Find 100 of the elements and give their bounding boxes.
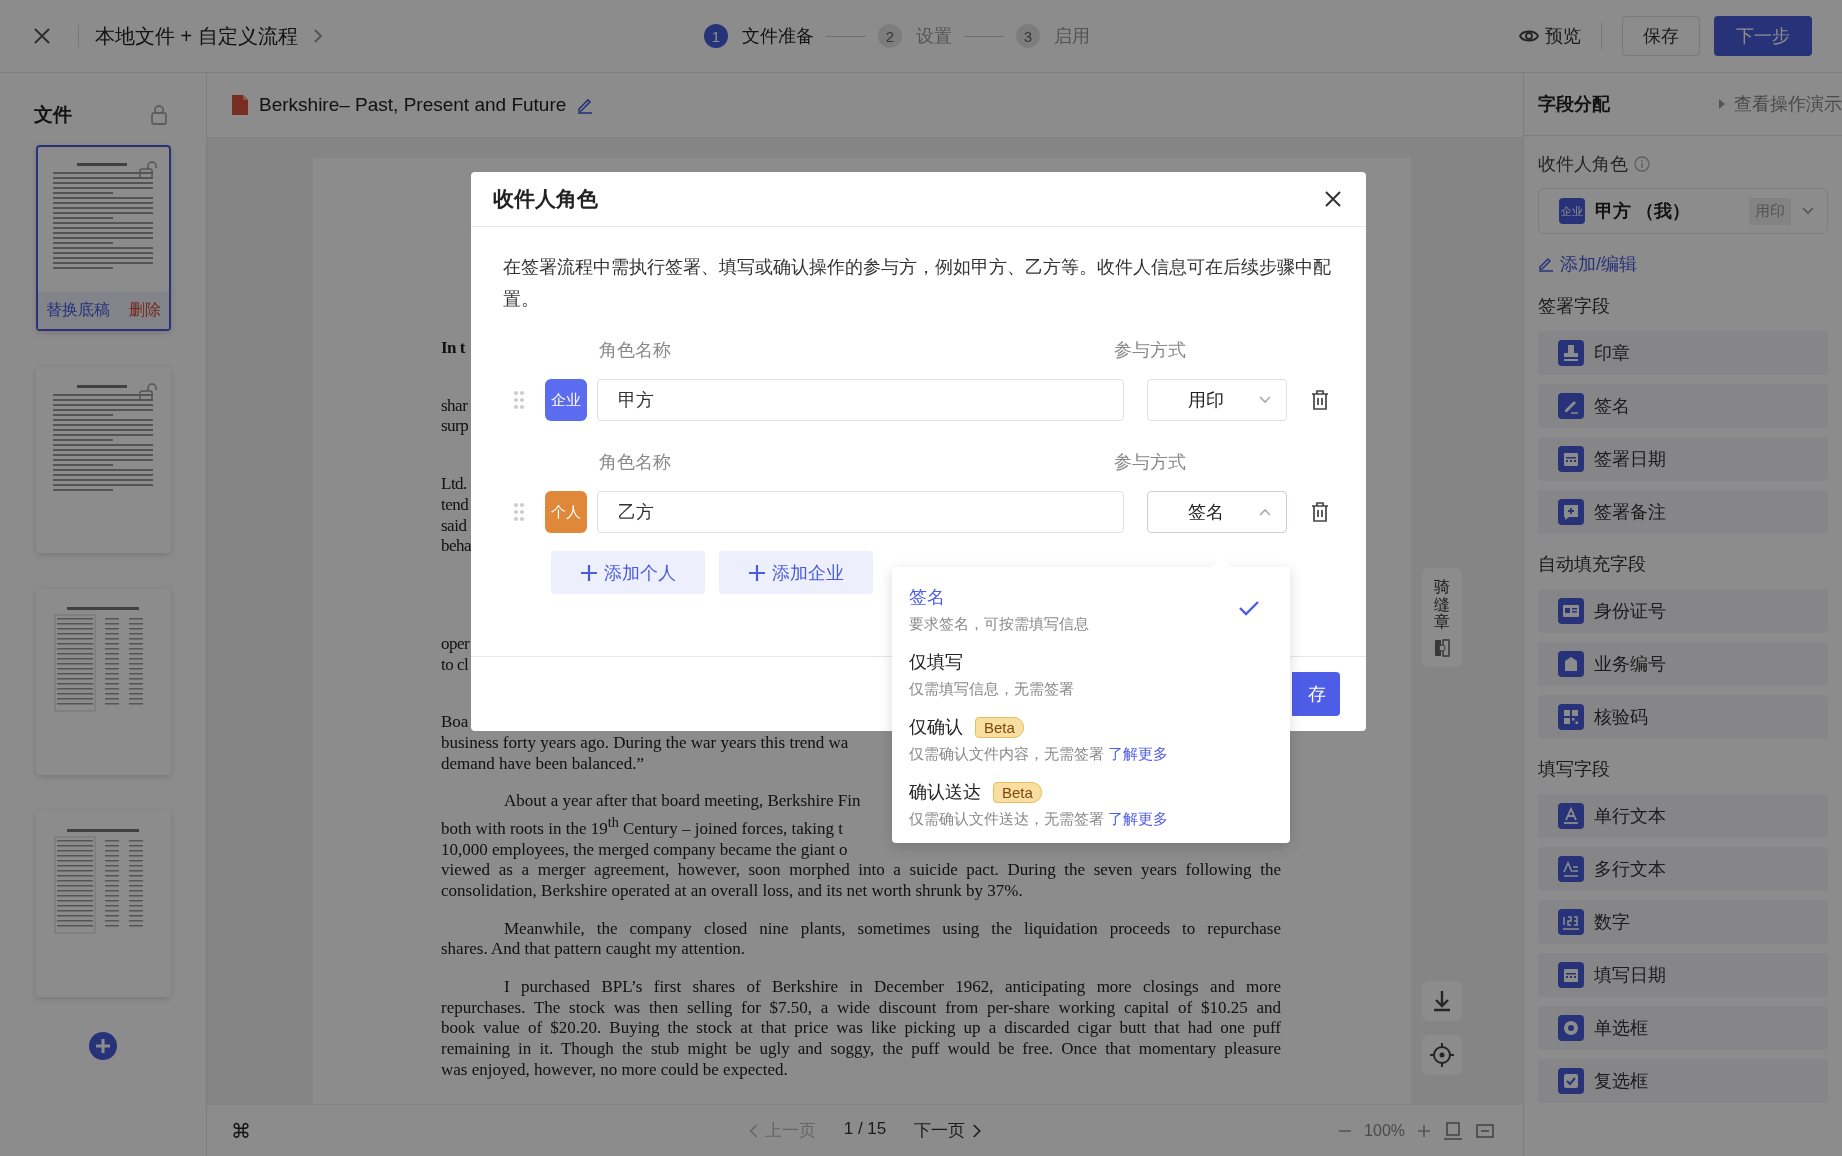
field-label: 角色名称 — [599, 451, 671, 474]
edit-link[interactable]: 添加/编辑 — [1538, 252, 1828, 276]
role-type-badge: 个人 — [545, 491, 587, 533]
field-item[interactable]: 单选框 — [1538, 1006, 1828, 1050]
document-text-line: remaining in it. Though the stub might be ugly and soggy, the puff would be free. Once that momentary pleasure — [441, 1039, 1281, 1060]
field-label: 参与方式 — [1114, 339, 1187, 362]
field-type-icon — [1558, 1015, 1584, 1041]
save-button[interactable]: 保存 — [1622, 16, 1700, 56]
document-text-line: book value of $20.20. Buying the stock at that price was like picking up a discarded cigar butt that had one puff — [441, 1018, 1281, 1040]
panel-title: 文件 — [34, 103, 72, 127]
document-text-line: Ltd. — [441, 474, 467, 494]
step-tab[interactable]: 2 设置 — [877, 24, 952, 48]
field-item[interactable]: 签署备注 — [1538, 490, 1828, 534]
pencil-icon — [1538, 256, 1554, 272]
edit-icon[interactable] — [576, 96, 595, 114]
next-page-button[interactable]: 下一页 — [914, 1119, 982, 1142]
mode-option[interactable]: 确认送达 Beta 仅需确认文件送达，无需签署 了解更多 — [892, 770, 1290, 835]
field-label: 角色名称 — [599, 339, 671, 362]
seam-seal-tool[interactable]: 骑缝章 — [1422, 568, 1462, 667]
field-type-icon — [1558, 446, 1584, 472]
mode-select[interactable]: 签名 — [1147, 491, 1287, 533]
add-role-button[interactable]: 添加企业 — [719, 551, 873, 594]
document-text-line: Meanwhile, the company closed nine plants, sometimes using the liquidation proceeds to repurchase — [504, 918, 1281, 940]
page-thumbnail[interactable]: 替换底稿 删除 — [35, 145, 171, 331]
document-text-line: viewed as a merger agreement, however, soon morphed into a suicide pact. During the seven years following the — [441, 860, 1281, 881]
drag-handle-icon[interactable] — [513, 390, 525, 410]
document-text-line: repurchases. The stock was then selling for $7.50, a wide discount from per-share working capital of $10.25 and — [441, 997, 1281, 1019]
delete-icon[interactable] — [1311, 502, 1329, 522]
field-item[interactable]: 签署日期 — [1538, 437, 1828, 481]
plus-icon — [580, 563, 598, 582]
seal-icon — [1434, 638, 1450, 657]
document-text-line: surp — [441, 416, 469, 436]
dialog-title: 收件人角色 — [493, 186, 598, 212]
preview-button[interactable]: 预览 — [1519, 24, 1581, 48]
page-thumbnail[interactable] — [35, 589, 171, 775]
add-icon[interactable] — [88, 1031, 118, 1061]
demo-link[interactable]: 查看操作演示 — [1718, 92, 1842, 116]
chevron-down-icon — [1801, 206, 1815, 216]
document-text-line: consolidation, Berkshire operated at an overall loss, and its net worth shrunk by 37%. — [441, 880, 1023, 900]
field-item[interactable]: 复选框 — [1538, 1059, 1828, 1103]
download-icon[interactable] — [1422, 980, 1462, 1021]
unlock-icon[interactable] — [138, 383, 157, 401]
field-item[interactable]: 单行文本 — [1538, 794, 1828, 838]
info-icon[interactable] — [1634, 156, 1650, 172]
field-item[interactable]: 印章 — [1538, 331, 1828, 375]
shortcut-button[interactable]: ⌘ — [231, 1118, 251, 1143]
role-name-field[interactable]: 乙方 — [597, 491, 1124, 533]
checkmark-icon — [1238, 598, 1260, 617]
delete-link[interactable]: 删除 — [128, 300, 161, 321]
document-text-line: beha — [441, 536, 472, 556]
unlock-icon[interactable] — [138, 161, 157, 179]
mode-select[interactable]: 用印 — [1147, 379, 1287, 421]
field-item[interactable]: 核验码 — [1538, 695, 1828, 739]
lock-icon[interactable] — [150, 105, 168, 125]
field-item[interactable]: 数字 — [1538, 900, 1828, 944]
fit-page-icon[interactable] — [1443, 1120, 1463, 1141]
chevron-down-icon — [1258, 395, 1272, 405]
step-tab[interactable]: 3 启用 — [1015, 24, 1090, 48]
mode-option[interactable]: 仅确认 Beta 仅需确认文件内容，无需签署 了解更多 — [892, 705, 1290, 770]
chevron-right-icon[interactable] — [311, 28, 324, 44]
field-item[interactable]: 多行文本 — [1538, 847, 1828, 891]
delete-icon[interactable] — [1311, 390, 1329, 410]
close-icon[interactable] — [1324, 190, 1342, 208]
field-item[interactable]: 填写日期 — [1538, 953, 1828, 997]
document-text-line: In t — [441, 338, 465, 357]
field-type-icon — [1558, 598, 1584, 624]
page-thumbnail[interactable] — [35, 367, 171, 553]
document-text-line: demand have been balanced.” — [441, 753, 644, 773]
pdf-file-icon — [231, 94, 249, 116]
field-type-icon — [1558, 909, 1584, 935]
zoom-in-icon[interactable] — [1417, 1123, 1431, 1138]
mode-option[interactable]: 签名 要求签名，可按需填写信息 — [892, 575, 1290, 640]
plus-icon — [748, 563, 766, 582]
document-text-line: to cl — [441, 654, 469, 674]
role-name-field[interactable]: 甲方 — [597, 379, 1124, 421]
mode-option[interactable]: 仅填写 仅需填写信息，无需签署 — [892, 640, 1290, 705]
chevron-left-icon — [748, 1123, 759, 1138]
field-type-icon — [1558, 856, 1584, 882]
page-thumbnail[interactable] — [35, 811, 171, 997]
add-role-button[interactable]: 添加个人 — [551, 551, 705, 594]
target-icon[interactable] — [1422, 1034, 1462, 1075]
section-heading: 签署字段 — [1538, 295, 1611, 318]
field-label: 参与方式 — [1114, 451, 1187, 474]
chevron-right-icon — [971, 1123, 982, 1138]
document-text-line: 10,000 employees, the merged company became the giant o — [441, 839, 848, 859]
field-type-icon — [1558, 651, 1584, 677]
replace-link[interactable]: 替换底稿 — [45, 300, 110, 321]
field-type-icon — [1558, 704, 1584, 730]
next-button[interactable]: 下一步 — [1714, 16, 1812, 56]
field-item[interactable]: 业务编号 — [1538, 642, 1828, 686]
field-item[interactable]: 身份证号 — [1538, 589, 1828, 633]
document-text-line: shar — [441, 395, 468, 415]
drag-handle-icon[interactable] — [513, 502, 525, 522]
step-tab[interactable]: 1 文件准备 — [703, 24, 814, 48]
save-button[interactable]: 存 — [1292, 672, 1340, 716]
field-type-icon — [1558, 962, 1584, 988]
document-text-line: Boa — [441, 712, 469, 732]
document-text-line: said — [441, 515, 467, 535]
field-item[interactable]: 签名 — [1538, 384, 1828, 428]
eye-icon — [1519, 28, 1539, 44]
